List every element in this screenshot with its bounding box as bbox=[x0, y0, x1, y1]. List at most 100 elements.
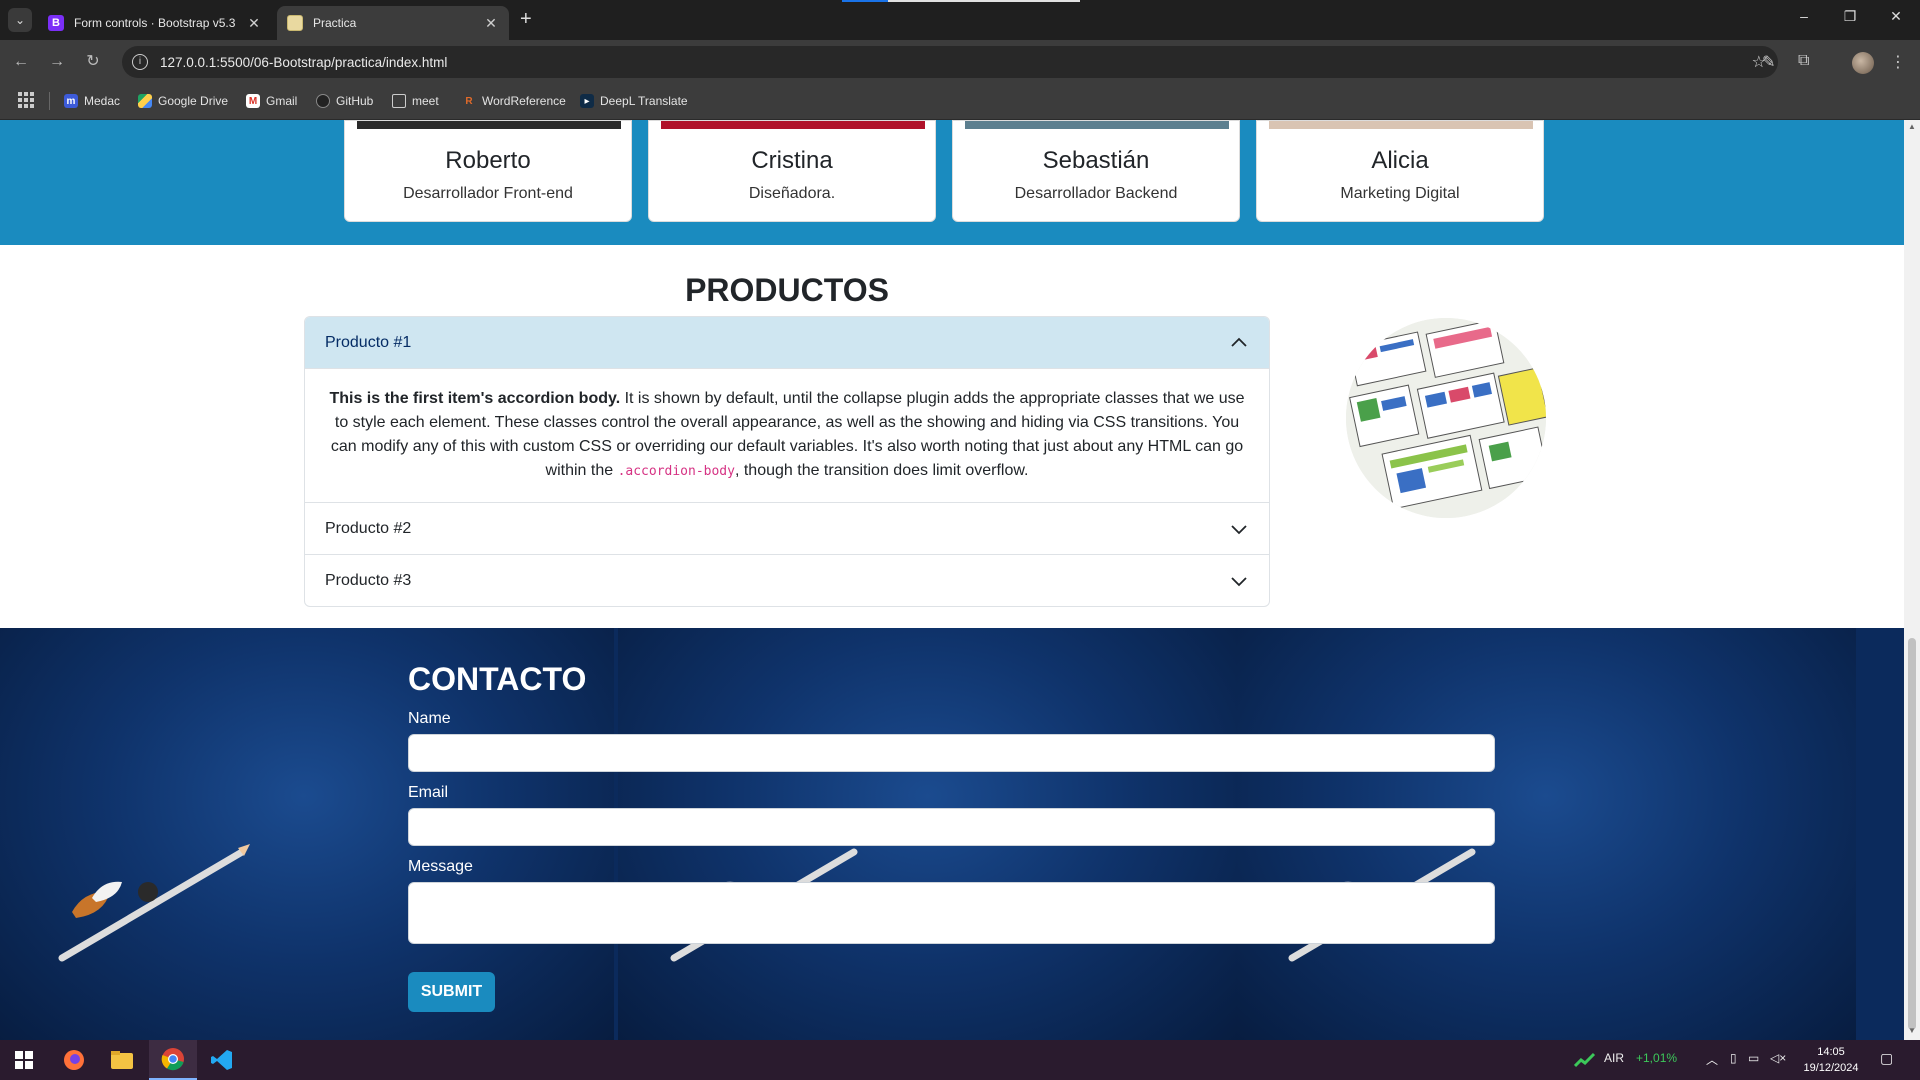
restore-icon[interactable]: ❐ bbox=[1838, 8, 1862, 25]
bookmark-label: Gmail bbox=[266, 94, 298, 108]
page-viewport: Roberto Desarrollador Front-end Cristina… bbox=[0, 120, 1904, 1040]
accordion-body-code: .accordion-body bbox=[617, 464, 735, 479]
bookmark-label: Google Drive bbox=[158, 94, 229, 108]
member-role: Desarrollador Backend bbox=[1014, 185, 1178, 202]
accordion-header-producto-3[interactable]: Producto #3 bbox=[305, 554, 1269, 606]
bookmark-medac[interactable]: m Medac bbox=[64, 94, 120, 108]
accordion-header-label: Producto #3 bbox=[325, 571, 412, 589]
accordion-header-label: Producto #2 bbox=[325, 519, 412, 537]
message-field[interactable] bbox=[408, 882, 1495, 944]
submit-button[interactable]: SUBMIT bbox=[408, 972, 495, 1012]
bookmarks-divider bbox=[49, 92, 50, 110]
close-window-icon[interactable]: ✕ bbox=[1884, 8, 1908, 25]
weather-label: AIR bbox=[1604, 1051, 1625, 1065]
forward-icon[interactable]: → bbox=[46, 51, 68, 73]
clock-date: 19/12/2024 bbox=[1803, 1062, 1859, 1074]
accordion-item: Producto #2 bbox=[305, 502, 1269, 554]
close-tab-icon[interactable]: ✕ bbox=[246, 15, 262, 32]
pen-icon[interactable]: ✎ bbox=[1762, 52, 1775, 72]
page-scrollbar[interactable]: ▲ ▼ bbox=[1904, 120, 1920, 1040]
medac-icon: m bbox=[64, 94, 78, 108]
tab-practica[interactable]: Practica ✕ bbox=[277, 6, 509, 40]
network-icon[interactable]: ▭ bbox=[1748, 1051, 1759, 1065]
member-photo bbox=[661, 121, 925, 129]
reload-icon[interactable]: ↻ bbox=[82, 51, 104, 73]
email-label: Email bbox=[408, 784, 449, 801]
bookmark-gmail[interactable]: M Gmail bbox=[246, 94, 297, 108]
extensions-icon[interactable]: ⧉ bbox=[1798, 52, 1809, 70]
accordion-header-producto-2[interactable]: Producto #2 bbox=[305, 502, 1269, 554]
wordreference-icon: R bbox=[465, 95, 473, 107]
scroll-thumb[interactable] bbox=[1908, 638, 1916, 1030]
new-tab-button[interactable]: + bbox=[520, 9, 532, 29]
tab-title: Form controls · Bootstrap v5.3 bbox=[74, 16, 236, 30]
google-drive-icon bbox=[138, 94, 152, 108]
accordion-body: This is the first item's accordion body.… bbox=[305, 369, 1269, 502]
folder-icon bbox=[392, 94, 406, 108]
battery-icon[interactable]: ▯ bbox=[1730, 1051, 1737, 1065]
member-role: Marketing Digital bbox=[1340, 185, 1460, 202]
email-field[interactable] bbox=[408, 808, 1495, 846]
bookmark-github[interactable]: GitHub bbox=[316, 94, 373, 108]
vscode-taskbar-button[interactable] bbox=[198, 1040, 246, 1080]
vscode-icon bbox=[211, 1050, 232, 1070]
member-name: Alicia bbox=[1371, 147, 1429, 174]
member-photo bbox=[357, 121, 621, 129]
close-tab-icon[interactable]: ✕ bbox=[483, 15, 499, 32]
tab-title: Practica bbox=[313, 16, 357, 30]
minimize-icon[interactable]: – bbox=[1792, 8, 1816, 24]
firefox-taskbar-button[interactable] bbox=[50, 1040, 98, 1080]
weather-change: +1,01% bbox=[1636, 1051, 1678, 1065]
wireframe-sketch-illustration bbox=[1346, 318, 1546, 518]
bookmark-label: WordReference bbox=[482, 94, 566, 108]
bookmark-deepl[interactable]: ▸ DeepL Translate bbox=[580, 94, 688, 108]
bookmark-label: DeepL Translate bbox=[600, 94, 688, 108]
tab-loading-track bbox=[888, 0, 1080, 2]
file-explorer-taskbar-button[interactable] bbox=[98, 1040, 146, 1080]
browser-tab-bar: ⌄ B Form controls · Bootstrap v5.3 ✕ Pra… bbox=[0, 0, 1920, 40]
message-label: Message bbox=[408, 858, 473, 875]
tab-loading-indicator bbox=[842, 0, 888, 2]
taskbar-clock[interactable]: 14:05 19/12/2024 bbox=[1796, 1044, 1866, 1076]
site-info-icon[interactable]: i bbox=[132, 54, 148, 70]
notification-icon[interactable]: ▢ bbox=[1880, 1050, 1893, 1067]
member-name: Cristina bbox=[751, 147, 833, 174]
member-photo bbox=[965, 121, 1229, 129]
bookmark-google-drive[interactable]: Google Drive bbox=[138, 94, 228, 108]
menu-icon[interactable]: ⋮ bbox=[1890, 52, 1906, 72]
accordion-header-label: Producto #1 bbox=[325, 334, 412, 351]
bootstrap-favicon-icon: B bbox=[48, 15, 64, 31]
product-wireframe-image bbox=[1346, 318, 1546, 518]
profile-avatar[interactable] bbox=[1852, 52, 1874, 74]
member-name: Roberto bbox=[445, 147, 531, 174]
team-card: Sebastián Desarrollador Backend bbox=[952, 120, 1240, 222]
name-field[interactable] bbox=[408, 734, 1495, 772]
member-role: Desarrollador Front-end bbox=[403, 185, 573, 202]
bookmark-label: meet bbox=[412, 94, 439, 108]
member-name: Sebastián bbox=[1042, 147, 1150, 174]
chevron-up-icon bbox=[1231, 337, 1247, 347]
scroll-down-icon[interactable]: ▼ bbox=[1908, 1026, 1916, 1035]
accordion-header-producto-1[interactable]: Producto #1 bbox=[305, 317, 1269, 369]
tray-chevron-icon[interactable]: ︿ bbox=[1706, 1051, 1718, 1068]
member-role: Diseñadora. bbox=[748, 185, 836, 202]
volume-muted-icon[interactable]: ◁× bbox=[1770, 1051, 1786, 1065]
bookmark-meet[interactable]: meet bbox=[392, 94, 439, 108]
tab-search-button[interactable]: ⌄ bbox=[8, 8, 32, 32]
accordion-item: Producto #1 This is the first item's acc… bbox=[305, 317, 1269, 502]
windows-taskbar: AIR +1,01% ︿ ▯ ▭ ◁× 14:05 19/12/2024 ▢ bbox=[0, 1040, 1920, 1080]
tab-form-controls[interactable]: B Form controls · Bootstrap v5.3 ✕ bbox=[38, 6, 272, 40]
clock-time: 14:05 bbox=[1817, 1046, 1845, 1058]
address-bar[interactable]: i 127.0.0.1:5500/06-Bootstrap/practica/i… bbox=[122, 46, 1778, 78]
team-card: Roberto Desarrollador Front-end bbox=[344, 120, 632, 222]
start-button[interactable] bbox=[0, 1040, 48, 1080]
bookmark-label: Medac bbox=[84, 94, 121, 108]
firefox-icon bbox=[64, 1050, 84, 1070]
scroll-up-icon[interactable]: ▲ bbox=[1908, 122, 1916, 131]
pencil-decoration-icon bbox=[58, 844, 250, 962]
chrome-taskbar-button[interactable] bbox=[149, 1040, 197, 1080]
apps-grid-icon[interactable] bbox=[18, 92, 34, 108]
bookmark-wordreference[interactable]: R WordReference bbox=[462, 94, 566, 108]
back-icon[interactable]: ← bbox=[10, 51, 32, 73]
contacto-section: CONTACTO Name Email Message SUBMIT bbox=[0, 628, 1904, 1040]
